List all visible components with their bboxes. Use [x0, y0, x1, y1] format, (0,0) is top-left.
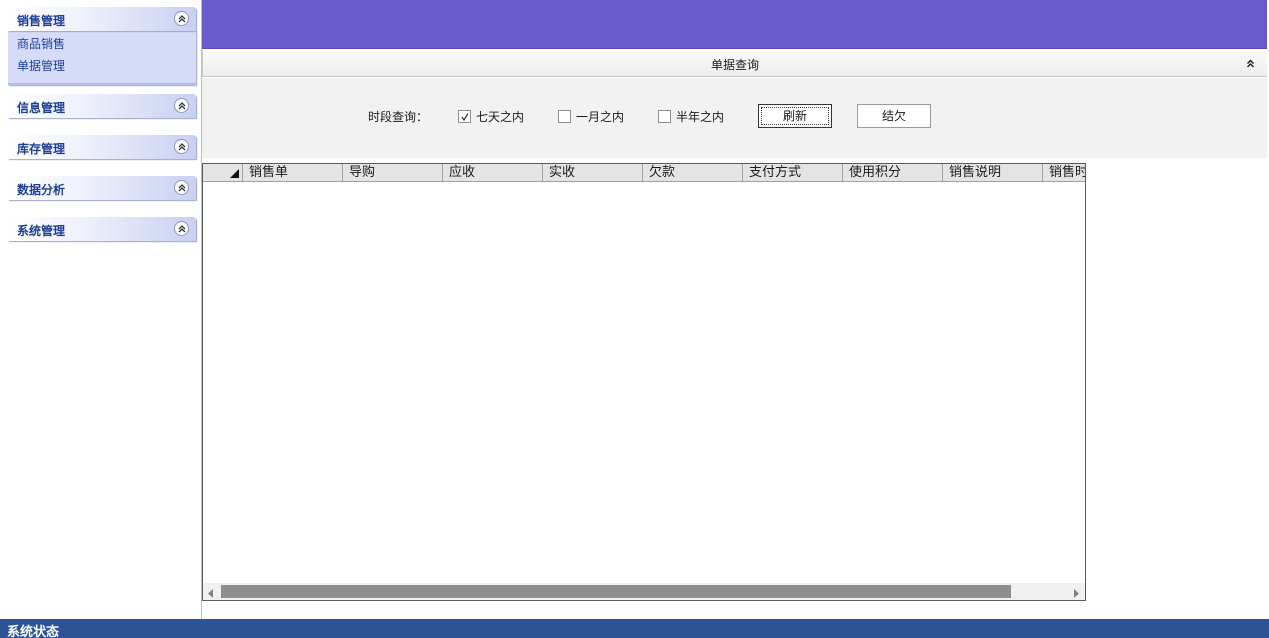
select-all-corner[interactable] [203, 164, 243, 182]
nav-group-title: 销售管理 [17, 14, 66, 28]
scroll-right-arrow-icon[interactable] [1073, 587, 1079, 600]
checkbox-box[interactable] [558, 110, 571, 123]
grid-header: 销售单 导购 应收 实收 欠款 支付方式 使用积分 销售说明 销售时 [203, 164, 1085, 182]
checkbox-label: 一月之内 [576, 110, 625, 124]
time-range-label: 时段查询： [368, 110, 429, 124]
checkbox-one-month[interactable]: 一月之内 [558, 108, 624, 125]
nav-group-sales: 销售管理 商品销售 单据管理 [8, 7, 196, 85]
header-banner [202, 0, 1267, 49]
nav-group-info: 信息管理 [8, 94, 196, 118]
status-bar: 系统状态 [0, 619, 1269, 638]
chevron-up-icon[interactable] [174, 98, 189, 113]
checkbox-label: 半年之内 [676, 110, 725, 124]
nav-group-inventory-header[interactable]: 库存管理 [8, 135, 196, 159]
column-header-sale-notes[interactable]: 销售说明 [943, 164, 1043, 182]
nav-group-analytics-header[interactable]: 数据分析 [8, 176, 196, 200]
settle-debt-button[interactable]: 结欠 [857, 104, 931, 128]
chevron-up-icon[interactable] [174, 11, 189, 26]
nav-group-info-header[interactable]: 信息管理 [8, 94, 196, 118]
focus-ring [761, 107, 829, 125]
sidebar: 销售管理 商品销售 单据管理 信息管理 库存管理 数据分析 系统管理 [0, 0, 202, 619]
nav-group-title: 系统管理 [17, 224, 66, 238]
chevron-up-icon[interactable] [174, 139, 189, 154]
chevron-up-icon[interactable] [174, 180, 189, 195]
nav-group-title: 数据分析 [17, 183, 66, 197]
orders-grid[interactable]: 销售单 导购 应收 实收 欠款 支付方式 使用积分 销售说明 销售时 [202, 163, 1086, 601]
nav-group-title: 库存管理 [17, 142, 66, 156]
panel-header: 单据查询 [202, 50, 1267, 77]
nav-group-title: 信息管理 [17, 101, 66, 115]
checkbox-label: 七天之内 [476, 110, 525, 124]
checkbox-box[interactable] [658, 110, 671, 123]
column-header-receivable[interactable]: 应收 [443, 164, 543, 182]
column-header-received[interactable]: 实收 [543, 164, 643, 182]
nav-item-order-management[interactable]: 单据管理 [8, 55, 196, 77]
chevron-up-icon[interactable] [174, 221, 189, 236]
column-header-sale-time[interactable]: 销售时 [1043, 164, 1085, 182]
nav-group-sales-body: 商品销售 单据管理 [8, 31, 196, 85]
column-header-guide[interactable]: 导购 [343, 164, 443, 182]
status-text: 系统状态 [7, 625, 60, 638]
nav-group-system: 系统管理 [8, 217, 196, 241]
settle-debt-button-label: 结欠 [881, 109, 906, 123]
column-header-order[interactable]: 销售单 [243, 164, 343, 182]
nav-item-product-sales[interactable]: 商品销售 [8, 33, 196, 55]
column-header-payment-method[interactable]: 支付方式 [743, 164, 843, 182]
nav-group-system-header[interactable]: 系统管理 [8, 217, 196, 241]
scrollbar-thumb[interactable] [221, 585, 1011, 598]
nav-group-analytics: 数据分析 [8, 176, 196, 200]
scroll-left-arrow-icon[interactable] [208, 587, 214, 600]
checkbox-box[interactable] [458, 110, 471, 123]
nav-group-inventory: 库存管理 [8, 135, 196, 159]
checkbox-half-year[interactable]: 半年之内 [658, 108, 724, 125]
filter-panel: 时段查询： 七天之内 一月之内 半年之内 刷新 结欠 [202, 78, 1267, 158]
refresh-button[interactable]: 刷新 [758, 104, 832, 128]
horizontal-scrollbar[interactable] [203, 583, 1085, 600]
double-chevron-up-icon[interactable] [1246, 57, 1255, 71]
checkbox-seven-days[interactable]: 七天之内 [458, 108, 524, 125]
column-header-points-used[interactable]: 使用积分 [843, 164, 943, 182]
panel-title: 单据查询 [710, 58, 759, 72]
nav-group-sales-header[interactable]: 销售管理 [8, 7, 196, 31]
column-header-debt[interactable]: 欠款 [643, 164, 743, 182]
